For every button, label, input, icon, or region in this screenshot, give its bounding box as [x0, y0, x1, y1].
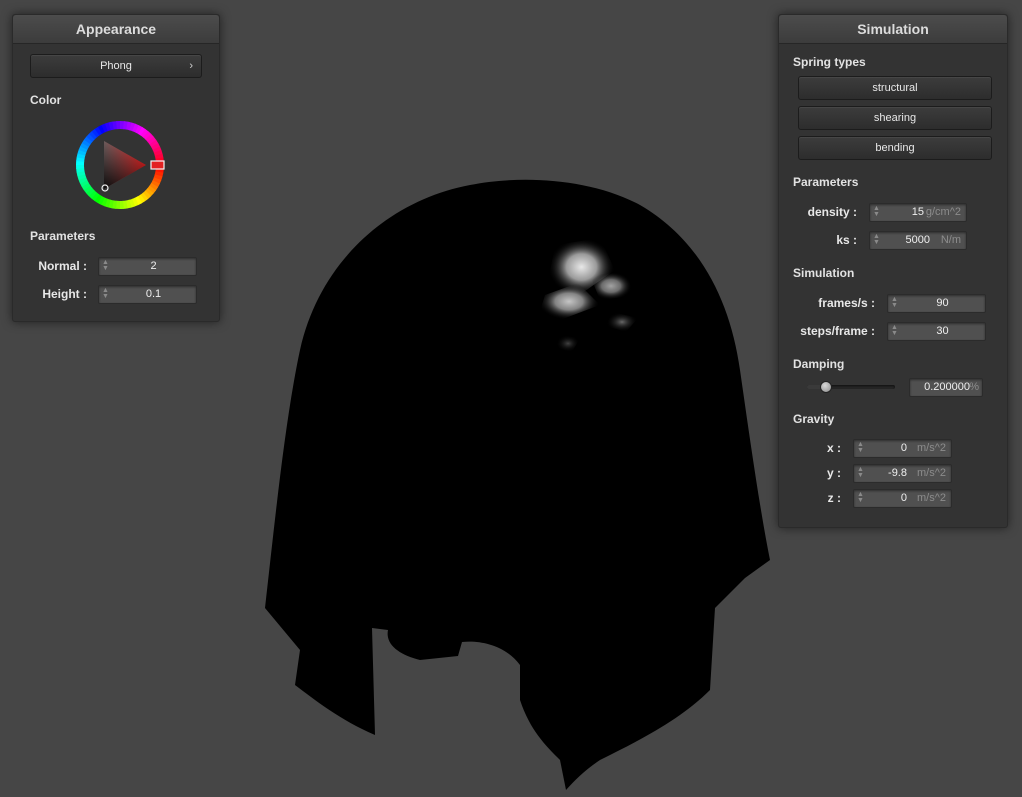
structural-button[interactable]: structural	[798, 76, 992, 100]
spinner-arrows-icon[interactable]: ▲ ▼	[102, 287, 109, 301]
gravity-heading: Gravity	[793, 412, 835, 426]
gravity-z-input[interactable]: ▲ ▼ 0 m/s^2	[853, 489, 952, 508]
simulation-heading: Simulation	[793, 266, 855, 280]
damping-slider-handle[interactable]	[819, 381, 832, 393]
gravity-y-value: -9.8	[888, 467, 907, 479]
gravity-z-label: z :	[827, 491, 841, 505]
density-label: density :	[807, 205, 857, 219]
chevron-right-icon: ›	[189, 60, 193, 72]
damping-input[interactable]: 0.200000 %	[909, 378, 983, 397]
spinner-arrows-icon[interactable]: ▲ ▼	[857, 441, 864, 455]
hue-selector-handle[interactable]	[150, 160, 165, 170]
ks-value: 5000	[905, 234, 930, 246]
gravity-y-unit: m/s^2	[917, 467, 946, 479]
shader-label: Phong	[100, 60, 132, 72]
damping-slider[interactable]	[807, 381, 895, 393]
spinner-arrows-icon[interactable]: ▲ ▼	[102, 259, 109, 273]
gravity-y-input[interactable]: ▲ ▼ -9.8 m/s^2	[853, 464, 952, 483]
frames-input[interactable]: ▲ ▼ 90	[887, 294, 986, 313]
appearance-title[interactable]: Appearance	[13, 15, 219, 44]
spinner-arrows-icon[interactable]: ▲ ▼	[891, 296, 898, 310]
gravity-z-value: 0	[900, 492, 907, 504]
normal-value: 2	[150, 260, 157, 272]
ks-unit: N/m	[940, 234, 961, 246]
spinner-arrows-icon[interactable]: ▲ ▼	[857, 491, 864, 505]
spinner-arrows-icon[interactable]: ▲ ▼	[873, 205, 880, 219]
color-wheel[interactable]	[73, 118, 167, 212]
frames-value: 90	[936, 297, 949, 309]
bending-button[interactable]: bending	[798, 136, 992, 160]
color-heading: Color	[30, 93, 62, 107]
gravity-x-label: x :	[826, 441, 841, 455]
cloth-mesh	[265, 179, 770, 791]
spinner-arrows-icon[interactable]: ▲ ▼	[891, 324, 898, 338]
spinner-arrows-icon[interactable]: ▲ ▼	[857, 466, 864, 480]
normal-input[interactable]: ▲ ▼ 2	[98, 257, 197, 276]
normal-label: Normal :	[38, 259, 87, 273]
appearance-parameters-heading: Parameters	[30, 229, 96, 243]
height-label: Height :	[42, 287, 87, 301]
gravity-y-label: y :	[826, 466, 841, 480]
height-value: 0.1	[145, 288, 162, 300]
gravity-x-value: 0	[900, 442, 907, 454]
gravity-z-unit: m/s^2	[917, 492, 946, 504]
steps-value: 30	[936, 325, 949, 337]
damping-unit: %	[969, 381, 979, 393]
appearance-panel: Appearance Phong › Color Parameters Norm…	[12, 14, 220, 322]
gravity-x-unit: m/s^2	[917, 442, 946, 454]
simulation-panel: Simulation Spring types structural shear…	[778, 14, 1008, 528]
shader-select-button[interactable]: Phong ›	[30, 54, 202, 78]
ks-input[interactable]: ▲ ▼ 5000 N/m	[869, 231, 967, 250]
spinner-arrows-icon[interactable]: ▲ ▼	[873, 233, 880, 247]
shearing-button[interactable]: shearing	[798, 106, 992, 130]
frames-label: frames/s :	[818, 296, 875, 310]
steps-label: steps/frame :	[800, 324, 875, 338]
damping-heading: Damping	[793, 357, 845, 371]
ks-label: ks :	[836, 233, 857, 247]
density-unit: g/cm^2	[925, 206, 961, 218]
simulation-title[interactable]: Simulation	[779, 15, 1007, 44]
gravity-x-input[interactable]: ▲ ▼ 0 m/s^2	[853, 439, 952, 458]
height-input[interactable]: ▲ ▼ 0.1	[98, 285, 197, 304]
density-value: 15	[911, 206, 924, 218]
density-input[interactable]: ▲ ▼ 15 g/cm^2	[869, 203, 967, 222]
sim-parameters-heading: Parameters	[793, 175, 859, 189]
spring-types-heading: Spring types	[793, 55, 866, 69]
damping-value: 0.200000	[924, 381, 970, 393]
steps-input[interactable]: ▲ ▼ 30	[887, 322, 986, 341]
